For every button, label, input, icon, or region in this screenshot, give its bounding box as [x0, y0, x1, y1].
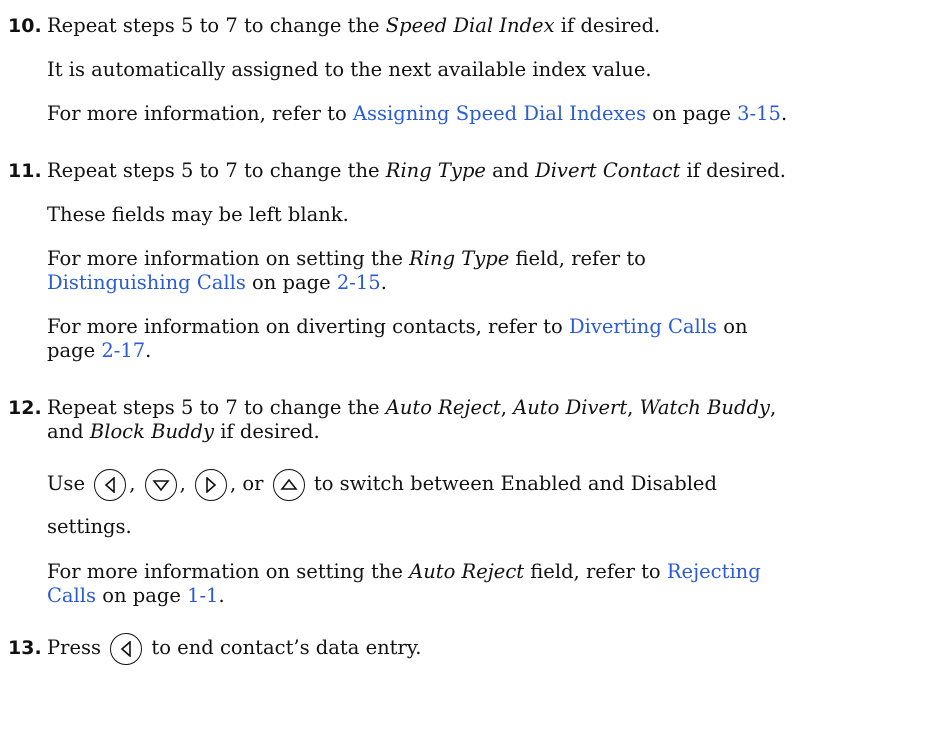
field-name: Divert Contact [535, 159, 681, 182]
text: , [769, 396, 777, 419]
text: , [500, 396, 514, 419]
step-number: 13. [8, 637, 42, 659]
text: Use [47, 472, 85, 495]
text: to end contact’s data entry. [151, 636, 422, 659]
text: , [627, 396, 640, 419]
step-note: settings. [47, 515, 132, 538]
link-rejecting-calls-cont[interactable]: Calls [47, 584, 96, 607]
text: on page [646, 102, 738, 125]
step-reference-cont: page 2-17. [47, 339, 151, 363]
left-arrow-key-icon [110, 632, 143, 665]
text: . [780, 102, 788, 125]
link-page-2-15[interactable]: 2-15 [337, 271, 381, 294]
field-name: Speed Dial Index [385, 14, 555, 37]
text: For more information on setting the [47, 560, 410, 583]
field-name: Block Buddy [89, 420, 214, 443]
text: , [179, 472, 186, 495]
text: and [485, 159, 536, 182]
text: on page [96, 584, 188, 607]
right-arrow-key-icon [195, 468, 227, 501]
link-page-2-17[interactable]: 2-17 [101, 339, 145, 362]
text: to switch between Enabled and Disabled [313, 472, 717, 495]
text: . [380, 271, 387, 294]
step-instruction: Repeat steps 5 to 7 to change the Ring T… [47, 159, 786, 183]
link-page-3-15[interactable]: 3-15 [737, 102, 781, 125]
step-reference: For more information on setting the Ring… [47, 247, 646, 271]
step-reference: For more information, refer to Assigning… [47, 102, 787, 126]
step-note: It is automatically assigned to the next… [47, 58, 652, 81]
field-name: Watch Buddy [639, 396, 770, 419]
text: Press [47, 636, 101, 659]
text: on page [245, 271, 337, 294]
link-diverting-calls[interactable]: Diverting Calls [569, 315, 717, 338]
text: on [717, 315, 748, 338]
link-page-1-1[interactable]: 1-1 [187, 584, 218, 607]
field-name: Auto Reject [385, 396, 501, 419]
up-arrow-key-icon [272, 468, 305, 501]
text: For more information on diverting contac… [47, 315, 569, 338]
text: field, refer to [524, 560, 667, 583]
text: , or [230, 472, 264, 495]
step-instruction: Press to end contact’s data entry. [47, 630, 421, 666]
text: For more information on setting the [47, 247, 410, 270]
text: field, refer to [509, 247, 646, 270]
field-name: Auto Reject [409, 560, 525, 583]
step-number: 11. [8, 160, 42, 182]
step-instruction-cont: and Block Buddy if desired. [47, 420, 320, 444]
text: if desired. [214, 420, 320, 443]
text: . [145, 339, 152, 362]
text: page [47, 339, 102, 362]
step-note: These fields may be left blank. [47, 203, 349, 226]
left-arrow-key-icon [94, 468, 127, 501]
link-assigning-speed-dial-indexes[interactable]: Assigning Speed Dial Indexes [353, 102, 646, 125]
step-reference-cont: Distinguishing Calls on page 2-15. [47, 271, 387, 295]
link-distinguishing-calls[interactable]: Distinguishing Calls [47, 271, 246, 294]
field-name: Ring Type [409, 247, 510, 270]
step-reference-cont: Calls on page 1-1. [47, 584, 225, 608]
step-number: 10. [8, 15, 42, 37]
text: if desired. [680, 159, 786, 182]
step-instruction: Repeat steps 5 to 7 to change the Auto R… [47, 396, 776, 420]
text: Repeat steps 5 to 7 to change the [47, 159, 386, 182]
link-rejecting-calls[interactable]: Rejecting [667, 560, 761, 583]
step-number: 12. [8, 397, 42, 419]
text: . [218, 584, 225, 607]
step-reference: For more information on diverting contac… [47, 315, 748, 339]
text: if desired. [554, 14, 661, 37]
text: For more information, refer to [47, 102, 353, 125]
field-name: Auto Divert [513, 396, 628, 419]
step-instruction: Repeat steps 5 to 7 to change the Speed … [47, 14, 660, 38]
text: and [47, 420, 90, 443]
text: , [129, 472, 136, 495]
text: Repeat steps 5 to 7 to change the [47, 396, 386, 419]
step-reference: For more information on setting the Auto… [47, 560, 761, 584]
text: Repeat steps 5 to 7 to change the [47, 14, 386, 37]
down-arrow-key-icon [144, 468, 177, 501]
key-instruction: Use , , , or to switch between Enabled a… [47, 466, 717, 502]
field-name: Ring Type [385, 159, 486, 182]
